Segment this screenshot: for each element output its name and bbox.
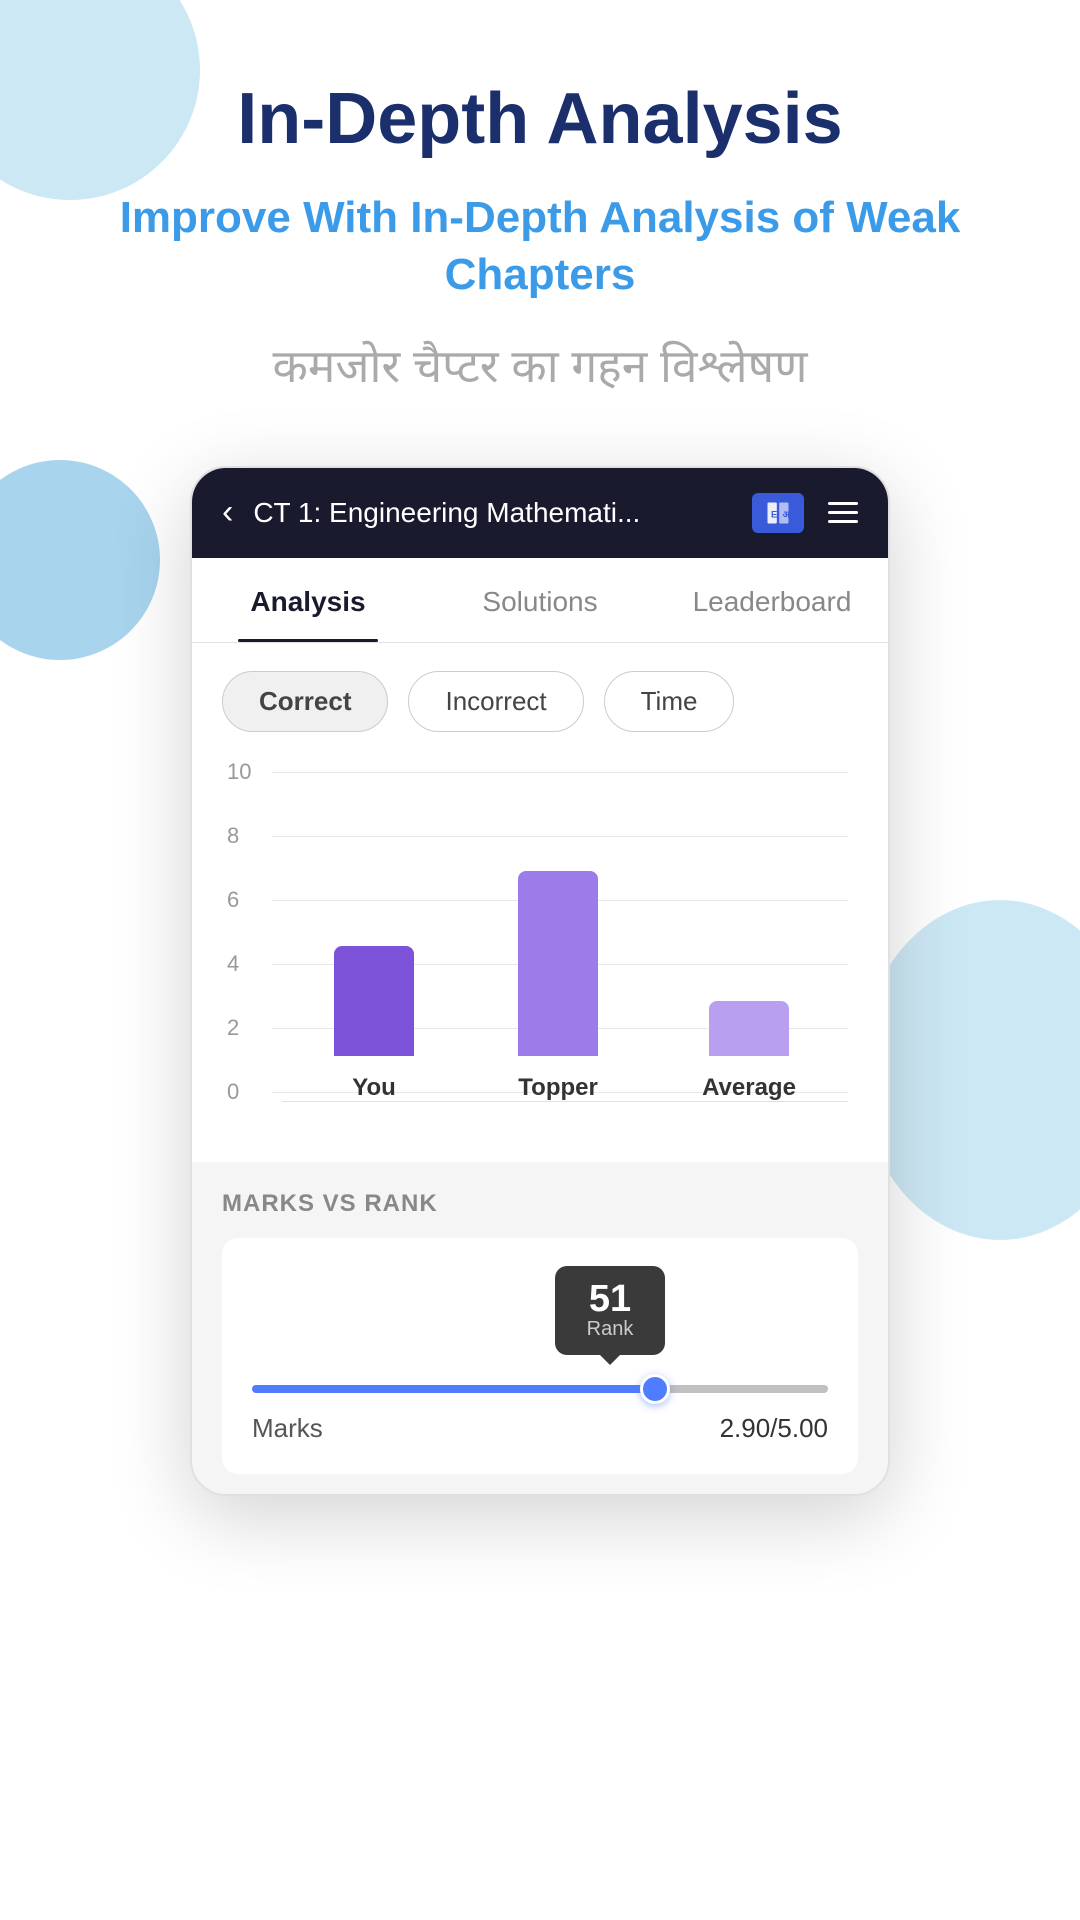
- svg-text:अ: अ: [783, 509, 791, 519]
- filter-row: Correct Incorrect Time: [192, 643, 888, 752]
- bar-group-average: Average: [702, 1001, 796, 1102]
- rank-label: Rank: [575, 1318, 645, 1341]
- bar-average: [709, 1001, 789, 1056]
- marks-label: Marks: [252, 1413, 323, 1444]
- grid-label-10: 10: [227, 759, 251, 785]
- phone-mockup: ‹ CT 1: Engineering Mathemati... E अ: [190, 466, 890, 1496]
- marks-row: Marks 2.90/5.00: [252, 1413, 828, 1444]
- grid-label-2: 2: [227, 1015, 239, 1041]
- grid-label-6: 6: [227, 887, 239, 913]
- hindi-subtitle: कमजोर चैप्टर का गहन विश्लेषण: [273, 334, 808, 396]
- filter-correct-button[interactable]: Correct: [222, 671, 388, 732]
- bar-group-you: You: [334, 946, 414, 1102]
- bars-container: You Topper Average: [282, 822, 848, 1102]
- marks-value: 2.90/5.00: [720, 1413, 828, 1444]
- bar-you: [334, 946, 414, 1056]
- slider-track: [252, 1385, 828, 1393]
- back-arrow-icon[interactable]: ‹: [222, 493, 233, 532]
- tab-leaderboard[interactable]: Leaderboard: [656, 558, 888, 642]
- bar-group-topper: Topper: [518, 871, 598, 1102]
- grid-label-0: 0: [227, 1079, 239, 1105]
- book-icon[interactable]: E अ: [752, 493, 804, 533]
- header-icons: E अ: [752, 493, 858, 533]
- marks-slider[interactable]: [252, 1385, 828, 1393]
- hamburger-menu-icon[interactable]: [828, 502, 858, 523]
- bar-label-average: Average: [702, 1074, 796, 1102]
- page-subtitle: Improve With In-Depth Analysis of Weak C…: [40, 189, 1040, 303]
- slider-thumb[interactable]: [640, 1374, 670, 1404]
- rank-tooltip: 51 Rank: [555, 1266, 665, 1355]
- rank-number: 51: [575, 1280, 645, 1318]
- bar-topper: [518, 871, 598, 1056]
- tab-solutions[interactable]: Solutions: [424, 558, 656, 642]
- chart-area: 10 8 6 4 2 0: [192, 752, 888, 1162]
- svg-text:E: E: [771, 509, 777, 519]
- grid-label-4: 4: [227, 951, 239, 977]
- filter-time-button[interactable]: Time: [604, 671, 735, 732]
- bar-label-you: You: [352, 1074, 396, 1102]
- tabs-row: Analysis Solutions Leaderboard: [192, 558, 888, 643]
- phone-header-title: CT 1: Engineering Mathemati...: [253, 497, 640, 529]
- marks-rank-section: MARKS VS RANK 51 Rank Marks 2.90/5.00: [192, 1162, 888, 1494]
- tab-analysis[interactable]: Analysis: [192, 558, 424, 642]
- marks-rank-card: 51 Rank Marks 2.90/5.00: [222, 1238, 858, 1474]
- bar-label-topper: Topper: [518, 1074, 598, 1102]
- page-title: In-Depth Analysis: [237, 80, 842, 159]
- filter-incorrect-button[interactable]: Incorrect: [408, 671, 583, 732]
- marks-rank-title: MARKS VS RANK: [222, 1190, 858, 1218]
- x-axis-line: [282, 1101, 848, 1102]
- phone-header: ‹ CT 1: Engineering Mathemati... E अ: [192, 468, 888, 558]
- grid-label-8: 8: [227, 823, 239, 849]
